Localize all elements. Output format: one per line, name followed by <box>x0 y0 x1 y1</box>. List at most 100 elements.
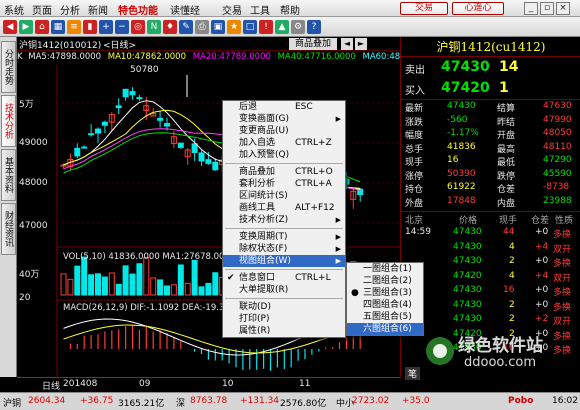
minimize-icon[interactable]: _ <box>524 2 538 15</box>
context-menu-item[interactable]: 后退 ESC <box>223 101 345 113</box>
period-label: <日线> <box>103 41 137 51</box>
menu-trade[interactable]: 交易 <box>222 2 242 17</box>
restore-icon[interactable]: ▫ <box>540 2 554 15</box>
tab-technical[interactable]: 技术分析 <box>1 95 16 147</box>
tick-price: 47430 <box>453 241 482 252</box>
menu-item-label: 加入预警(Q) <box>239 150 290 160</box>
submenu-arrow-icon: ▶ <box>335 245 341 253</box>
submenu-item-label: 六图组合(6) <box>363 324 412 334</box>
submenu-item[interactable]: ● 三图组合(3) <box>347 287 423 299</box>
menu-help[interactable]: 帮助 <box>280 2 300 17</box>
candle-body <box>198 152 205 162</box>
context-menu-item[interactable]: 打印(P) <box>223 313 345 325</box>
tick-header-time: 北京 <box>405 216 424 226</box>
menu-item-label: 大单提取(R) <box>239 285 289 295</box>
menu-item-shortcut: CTRL+O <box>295 167 333 177</box>
menu-page[interactable]: 页面 <box>32 2 52 17</box>
print-icon[interactable]: ⎙ <box>195 20 209 34</box>
quote-stat-row: 总手 41836 最高 48110 <box>401 141 580 155</box>
watermark-title: 绿色软件站 <box>458 336 543 356</box>
fire-icon[interactable]: ♦ <box>163 20 177 34</box>
news-icon[interactable]: N <box>147 20 161 34</box>
submenu-item[interactable]: 六图组合(6) <box>347 323 423 335</box>
grid-icon[interactable]: ▦ <box>51 20 65 34</box>
volume-bar <box>198 286 205 296</box>
arrow-up-icon[interactable]: ▲ <box>275 20 289 34</box>
menu-reader[interactable]: 读懂经 <box>170 2 200 17</box>
context-menu-item[interactable]: 视图组合(W) ▶ <box>223 255 345 267</box>
pen-icon[interactable]: ✎ <box>179 20 193 34</box>
trade-button[interactable]: 交易 <box>400 2 448 15</box>
overlay-button[interactable]: 商品叠加 <box>289 38 337 50</box>
context-menu-item[interactable]: 变换周期(T) ▶ <box>223 231 345 243</box>
quote-stat-row: 现手 16 最低 47290 <box>401 155 580 168</box>
submenu-item[interactable]: 五图组合(5) <box>347 311 423 323</box>
submenu-arrow-icon: ▶ <box>335 257 341 265</box>
context-menu-item[interactable]: 技术分析(Z) ▶ <box>223 214 345 226</box>
tab-news[interactable]: 财经资讯 <box>1 203 16 255</box>
submenu-item[interactable]: 四图组合(4) <box>347 299 423 311</box>
context-menu-item[interactable]: 大单提取(R) <box>223 284 345 296</box>
star-icon[interactable]: ★ <box>227 20 241 34</box>
context-menu-item[interactable]: 除权状态(F) ▶ <box>223 243 345 255</box>
tab-timeshare[interactable]: 分时走势 <box>1 41 16 93</box>
tick-oi-change: +0 <box>535 256 549 266</box>
kline-icon[interactable]: ▮ <box>83 20 97 34</box>
close-icon[interactable]: × <box>556 2 570 15</box>
status-index2-value: 8763.78 <box>190 396 228 406</box>
stat-value: -560 <box>447 114 468 125</box>
xinyao-button[interactable]: 心遥心 <box>452 2 504 15</box>
tick-row[interactable]: 47430 2 +0 多换 <box>401 256 580 269</box>
home-icon[interactable]: ⌂ <box>35 20 49 34</box>
tick-row[interactable]: 47420 4 +4 双开 <box>401 271 580 284</box>
alert-icon[interactable]: ! <box>259 20 273 34</box>
scroll-right-icon[interactable]: ► <box>355 38 367 50</box>
submenu-item[interactable]: 一图组合(1) <box>347 263 423 275</box>
menu-system[interactable]: 系统 <box>4 2 24 17</box>
context-menu-item[interactable]: 区间统计(S) <box>223 190 345 202</box>
context-menu-item[interactable]: 属性(R) <box>223 325 345 337</box>
back-icon[interactable]: ◀ <box>3 20 17 34</box>
stat-label: 现手 <box>405 158 424 168</box>
context-menu-item[interactable]: 套利分析 CTRL+A <box>223 178 345 190</box>
volume-bar <box>150 277 157 296</box>
menu-tools[interactable]: 工具 <box>250 2 270 17</box>
context-menu-item[interactable]: 商品叠加 CTRL+O <box>223 166 345 178</box>
window-icon[interactable]: □ <box>243 20 257 34</box>
context-menu-item[interactable]: 变更商品(U) <box>223 125 345 137</box>
tick-row[interactable]: 14:59 47430 44 +0 多换 <box>401 227 580 240</box>
macd-legend: MACD(26,12,9) DIF:-1.1092 DEA:-19.36 <box>63 303 230 313</box>
submenu-item[interactable]: 二图组合(2) <box>347 275 423 287</box>
tick-tab[interactable]: 笔 <box>405 367 421 380</box>
scroll-left-icon[interactable]: ◄ <box>341 38 353 50</box>
quote-stat-row: 幅度 -1.17% 开盘 48050 <box>401 128 580 141</box>
context-menu-item[interactable]: ✔ 信息窗口 CTRL+L <box>223 272 345 284</box>
stat-value: 17848 <box>447 195 476 206</box>
zoom-out-icon[interactable]: − <box>115 20 129 34</box>
menu-news[interactable]: 新闻 <box>88 2 108 17</box>
vol-y-40: 40万 <box>19 270 40 280</box>
settings-icon[interactable]: ⚙ <box>291 20 305 34</box>
tick-row[interactable]: 47430 16 +0 多换 <box>401 285 580 298</box>
tick-row[interactable]: 47430 2 +0 多换 <box>401 300 580 313</box>
zoom-in-icon[interactable]: + <box>99 20 113 34</box>
context-menu-item[interactable]: 画线工具 ALT+F12 <box>223 202 345 214</box>
context-menu-item[interactable]: 联动(D) <box>223 301 345 313</box>
stat-label: 内盘 <box>497 198 516 209</box>
menu-analysis[interactable]: 分析 <box>60 2 80 17</box>
menu-features[interactable]: 特色功能 <box>118 2 158 17</box>
tab-fundamentals[interactable]: 基本资料 <box>1 149 16 201</box>
chart-icon[interactable]: ≡ <box>67 20 81 34</box>
stat-label: 跌停 <box>497 171 516 182</box>
context-menu-item[interactable]: 加入自选 CTRL+Z <box>223 137 345 149</box>
lock-icon[interactable]: ▣ <box>211 20 225 34</box>
context-menu-item[interactable]: 加入预警(Q) <box>223 149 345 161</box>
volume-bar <box>177 264 184 296</box>
forward-icon[interactable]: ▶ <box>19 20 33 34</box>
help-icon[interactable]: ? <box>307 20 321 34</box>
target-icon[interactable]: ◎ <box>131 20 145 34</box>
stat-value: 41836 <box>447 141 476 152</box>
tick-row[interactable]: 47430 4 +4 双开 <box>401 241 580 255</box>
volume-bar <box>67 278 74 296</box>
context-menu-item[interactable]: 变换画面(G) ▶ <box>223 113 345 125</box>
